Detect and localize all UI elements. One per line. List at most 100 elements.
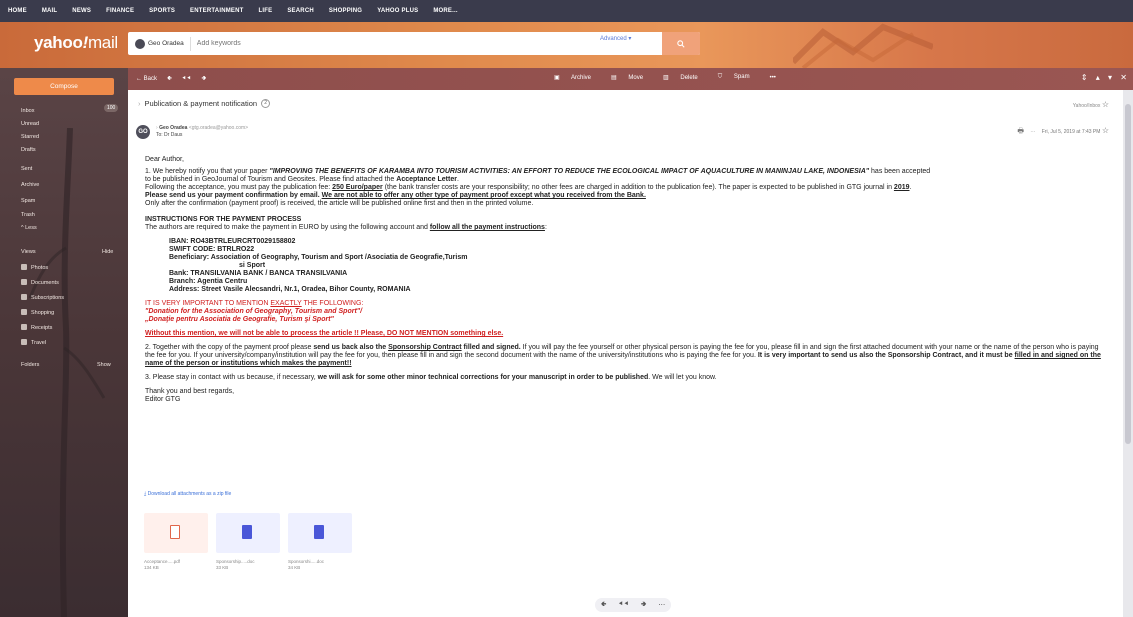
sidebar-background-decoration bbox=[28, 128, 106, 617]
closing: Thank you and best regards, Editor GTG bbox=[145, 388, 235, 403]
sender-email: <gtg.oradea@yahoo.com> bbox=[188, 125, 249, 131]
subscriptions-icon bbox=[21, 294, 27, 300]
sidebar-item-sent[interactable]: Sent bbox=[21, 166, 32, 172]
search-button[interactable] bbox=[662, 32, 700, 55]
nav-finance[interactable]: FINANCE bbox=[106, 8, 134, 14]
close-icon[interactable]: ✕ bbox=[1120, 73, 1127, 82]
account-chip[interactable]: Geo Oradea bbox=[135, 36, 191, 51]
nav-sports[interactable]: SPORTS bbox=[149, 8, 175, 14]
reply-icon[interactable]: 🢀 bbox=[167, 74, 172, 84]
warning: Without this mention, we will not be abl… bbox=[145, 330, 504, 337]
collapse-chevron-icon[interactable]: › bbox=[138, 99, 141, 108]
message-scrollbar[interactable] bbox=[1123, 90, 1133, 617]
forward-icon[interactable]: 🢂 bbox=[202, 74, 207, 84]
print-icon[interactable]: 🖶 bbox=[1017, 128, 1024, 135]
account-chip-label: Geo Oradea bbox=[148, 40, 184, 47]
forward-icon[interactable]: 🢂 bbox=[641, 600, 647, 611]
message-date: 🖶 ⋯ Fri, Jul 5, 2019 at 7:43 PM ☆ bbox=[1017, 126, 1109, 135]
archive-icon: ▣ bbox=[554, 75, 560, 81]
archive-button[interactable]: ▣ Archive bbox=[554, 74, 601, 81]
sidebar-item-photos[interactable]: Photos bbox=[21, 264, 48, 271]
sidebar-item-inbox[interactable]: Inbox bbox=[21, 108, 34, 114]
delete-button[interactable]: ▥ Delete bbox=[663, 74, 708, 81]
iban: IBAN: RO43BTRLEURCRT0029158802 bbox=[169, 238, 296, 245]
sender-block: GO › Geo Oradea <gtg.oradea@yahoo.com> T… bbox=[136, 125, 248, 139]
more-options-icon[interactable]: ⋯ bbox=[1030, 129, 1035, 135]
collapse-sender-icon[interactable]: › bbox=[156, 125, 158, 131]
sidebar-item-archive[interactable]: Archive bbox=[21, 182, 39, 188]
message-subject: Publication & payment notification bbox=[144, 99, 258, 108]
nav-life[interactable]: LIFE bbox=[259, 8, 273, 14]
yahoo-mail-logo[interactable]: yahoo!mail bbox=[34, 33, 118, 53]
message-star-icon[interactable]: ☆ bbox=[1102, 126, 1109, 135]
paragraph-2: 2. Together with the copy of the payment… bbox=[145, 344, 1101, 367]
signature: Editor GTG bbox=[145, 396, 181, 403]
nav-shopping[interactable]: SHOPPING bbox=[329, 8, 362, 14]
more-actions-button[interactable]: ••• bbox=[770, 75, 776, 81]
views-hide-toggle[interactable]: Hide bbox=[102, 249, 113, 255]
sidebar-item-spam[interactable]: Spam bbox=[21, 198, 35, 204]
back-button[interactable]: ← Back bbox=[136, 76, 157, 82]
sidebar-item-documents[interactable]: Documents bbox=[21, 279, 59, 286]
search-icon bbox=[677, 39, 685, 48]
attachment-tile[interactable] bbox=[144, 513, 208, 553]
sidebar-item-travel[interactable]: Travel bbox=[21, 339, 46, 346]
download-all-attachments-link[interactable]: ⤓ Download all attachments as a zip file bbox=[144, 491, 231, 497]
search-input[interactable] bbox=[196, 40, 497, 47]
attachment-tile[interactable] bbox=[288, 513, 352, 553]
sender-avatar: GO bbox=[136, 125, 150, 139]
trash-icon: ▥ bbox=[663, 75, 669, 81]
scrollbar-thumb[interactable] bbox=[1125, 104, 1131, 444]
reply-all-icon[interactable]: ⯇⯇ bbox=[618, 601, 629, 609]
instructions: INSTRUCTIONS FOR THE PAYMENT PROCESS The… bbox=[145, 216, 547, 231]
attachment-label: Sponsorship.....doc 33 KB bbox=[216, 559, 255, 570]
nav-entertainment[interactable]: ENTERTAINMENT bbox=[190, 8, 244, 14]
star-icon[interactable]: ☆ bbox=[1102, 100, 1109, 109]
views-heading: Views bbox=[21, 249, 36, 255]
collapse-icon[interactable]: ⇕ bbox=[1081, 73, 1088, 82]
pdf-file-icon bbox=[170, 525, 180, 539]
inbox-count-badge: 100 bbox=[104, 104, 119, 112]
bottom-reply-actions: 🢀 ⯇⯇ 🢂 ⋯ bbox=[595, 598, 671, 612]
document-file-icon bbox=[242, 525, 252, 539]
nav-search[interactable]: SEARCH bbox=[287, 8, 314, 14]
advanced-search-dropdown[interactable]: Advanced ▾ bbox=[600, 35, 631, 42]
paragraph-1: 1. We hereby notify you that your paper … bbox=[145, 168, 931, 207]
thread-count-badge: 2 bbox=[261, 99, 271, 108]
next-message-icon[interactable]: ▾ bbox=[1108, 73, 1112, 82]
shopping-icon bbox=[21, 309, 27, 315]
sidebar-item-shopping[interactable]: Shopping bbox=[21, 309, 54, 316]
beneficiary: Beneficiary: Association of Geography, T… bbox=[169, 254, 468, 261]
nav-news[interactable]: NEWS bbox=[72, 8, 91, 14]
sidebar-less-toggle[interactable]: ^ Less bbox=[21, 225, 37, 231]
nav-yahoo-plus[interactable]: YAHOO PLUS bbox=[377, 8, 418, 14]
move-button[interactable]: ▤ Move bbox=[611, 74, 653, 81]
bank-address: Address: Street Vasile Alecsandri, Nr.1,… bbox=[169, 286, 411, 293]
swift-code: SWIFT CODE: BTRLRO22 bbox=[169, 246, 255, 253]
sidebar-item-drafts[interactable]: Drafts bbox=[21, 147, 36, 153]
spam-button[interactable]: ⛉ Spam bbox=[718, 74, 760, 81]
sidebar-item-unread[interactable]: Unread bbox=[21, 121, 39, 127]
more-icon[interactable]: ⋯ bbox=[658, 601, 665, 609]
nav-mail[interactable]: MAIL bbox=[42, 8, 57, 14]
reply-all-icon[interactable]: ⯇⯇ bbox=[182, 76, 192, 83]
previous-message-icon[interactable]: ▴ bbox=[1096, 73, 1100, 82]
nav-more[interactable]: MORE... bbox=[433, 8, 457, 14]
move-icon: ▤ bbox=[611, 75, 617, 81]
sidebar-item-subscriptions[interactable]: Subscriptions bbox=[21, 294, 64, 301]
recipient-line: To: Dr Daus bbox=[156, 132, 183, 138]
sender-name[interactable]: Geo Oradea bbox=[159, 125, 187, 131]
folder-label: Yahoo/Inbox ☆ bbox=[1072, 100, 1109, 109]
attachment-tile[interactable] bbox=[216, 513, 280, 553]
reply-icon[interactable]: 🢀 bbox=[601, 600, 607, 611]
folders-show-toggle[interactable]: Show bbox=[97, 362, 111, 368]
sidebar-item-starred[interactable]: Starred bbox=[21, 134, 39, 140]
branch: Branch: Agentia Centru bbox=[169, 278, 248, 285]
header-decoration-icon bbox=[793, 23, 933, 68]
download-icon: ⤓ bbox=[144, 491, 147, 497]
sidebar-item-trash[interactable]: Trash bbox=[21, 212, 35, 218]
nav-home[interactable]: HOME bbox=[8, 8, 27, 14]
sidebar-item-receipts[interactable]: Receipts bbox=[21, 324, 52, 331]
compose-button[interactable]: Compose bbox=[14, 78, 114, 95]
message-toolbar: ← Back 🢀 ⯇⯇ 🢂 ▣ Archive ▤ Move ▥ Delete … bbox=[128, 68, 1133, 90]
